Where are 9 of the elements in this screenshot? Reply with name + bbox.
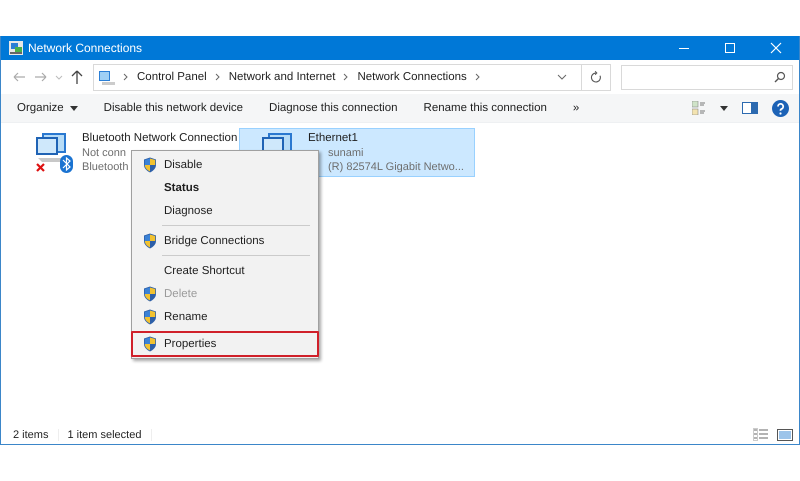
connection-detail: sunami bbox=[327, 146, 364, 160]
connection-name: Bluetooth Network Connection bbox=[82, 131, 238, 146]
connection-name: Ethernet1 bbox=[308, 131, 358, 146]
window-title: Network Connections bbox=[28, 41, 142, 55]
status-text: 2 items bbox=[13, 428, 60, 440]
connection-detail: Not conn bbox=[82, 146, 126, 160]
connection-detail: (R) 82574L Gigabit Netwo... bbox=[327, 160, 464, 174]
status-text: 1 item selected bbox=[67, 428, 152, 440]
connection-detail: Bluetooth bbox=[82, 160, 128, 174]
